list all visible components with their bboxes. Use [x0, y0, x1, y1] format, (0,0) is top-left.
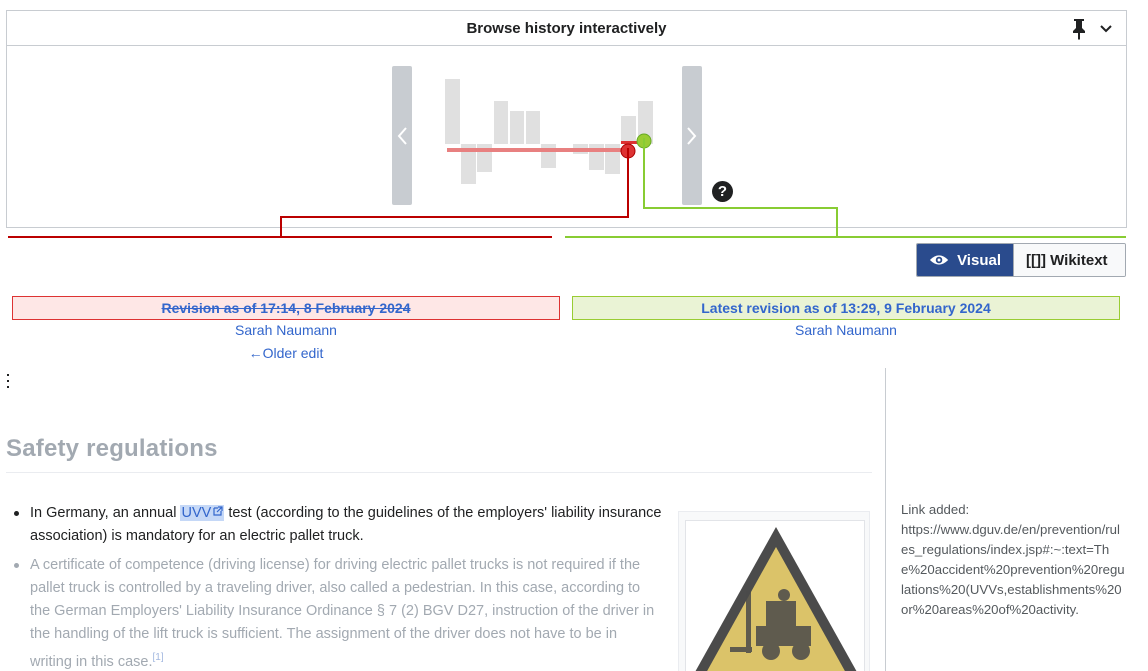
older-edit-link[interactable]: ←Older edit [12, 345, 560, 361]
reference-link[interactable]: [1] [153, 652, 164, 663]
revision-bar [589, 144, 604, 170]
new-revision-user-link[interactable]: Sarah Naumann [572, 322, 1120, 338]
history-browser-panel: Browse history interactively ? [6, 10, 1127, 228]
more-options-icon[interactable] [7, 374, 11, 388]
forklift-warning-thumbnail[interactable] [678, 511, 870, 671]
uvv-external-link[interactable]: UVV [180, 505, 225, 521]
new-revision-title[interactable]: Latest revision as of 13:29, 9 February … [701, 300, 990, 316]
item1-text-before: In Germany, an annual [30, 505, 181, 521]
diff-mode-toggle: Visual [[]] Wikitext [916, 243, 1126, 277]
chevron-down-icon[interactable] [1098, 21, 1114, 37]
selected-range-line [447, 148, 630, 152]
history-browser-title: Browse history interactively [466, 19, 667, 37]
forklift-warning-icon [695, 527, 857, 671]
list-item: In Germany, an annual UVV test (accordin… [12, 502, 662, 548]
section-heading: Safety regulations [6, 435, 218, 462]
content-list: In Germany, an annual UVV test (accordin… [12, 502, 662, 671]
revision-bar [445, 79, 460, 144]
new-revision-header[interactable]: Latest revision as of 13:29, 9 February … [572, 296, 1120, 320]
external-link-icon [213, 506, 223, 516]
revision-bar [526, 111, 540, 144]
visual-mode-label: Visual [957, 251, 1001, 269]
selected-range-line-dark [621, 141, 637, 144]
revision-bar [621, 116, 636, 144]
history-browser-header[interactable]: Browse history interactively [7, 11, 1126, 46]
help-icon[interactable]: ? [712, 181, 733, 202]
link-added-note: Link added: https://www.dguv.de/en/preve… [901, 500, 1127, 620]
revision-bar [510, 111, 524, 144]
history-scroll-left-button[interactable] [392, 66, 412, 205]
chevron-right-icon [687, 126, 697, 145]
eye-icon [929, 255, 949, 265]
heading-divider [6, 472, 872, 473]
new-revision-handle [636, 133, 652, 149]
old-revision-title[interactable]: Revision as of 17:14, 8 February 2024 [161, 300, 410, 316]
link-added-label: Link added: [901, 502, 970, 517]
chevron-left-icon [397, 126, 407, 145]
wikitext-mode-button[interactable]: [[]] Wikitext [1013, 244, 1125, 276]
history-scroll-right-button[interactable] [682, 66, 702, 205]
uvv-link-label: UVV [181, 505, 212, 521]
content-sidebar-divider [885, 368, 886, 671]
list-item: A certificate of competence (driving lic… [12, 554, 662, 671]
item2-text: A certificate of competence (driving lic… [30, 557, 655, 670]
old-revision-header[interactable]: Revision as of 17:14, 8 February 2024 [12, 296, 560, 320]
revision-bars-chart[interactable] [7, 46, 1128, 229]
wikitext-mode-label: [[]] Wikitext [1026, 251, 1108, 269]
revision-bar [541, 144, 556, 168]
revision-bar [494, 101, 508, 144]
old-revision-user-link[interactable]: Sarah Naumann [12, 322, 560, 338]
pin-icon[interactable] [1070, 18, 1088, 40]
forklift-warning-image [685, 520, 865, 671]
visual-mode-button[interactable]: Visual [917, 244, 1013, 276]
old-revision-handle [620, 143, 636, 159]
link-added-url[interactable]: https://www.dguv.de/en/prevention/rules_… [901, 520, 1127, 620]
